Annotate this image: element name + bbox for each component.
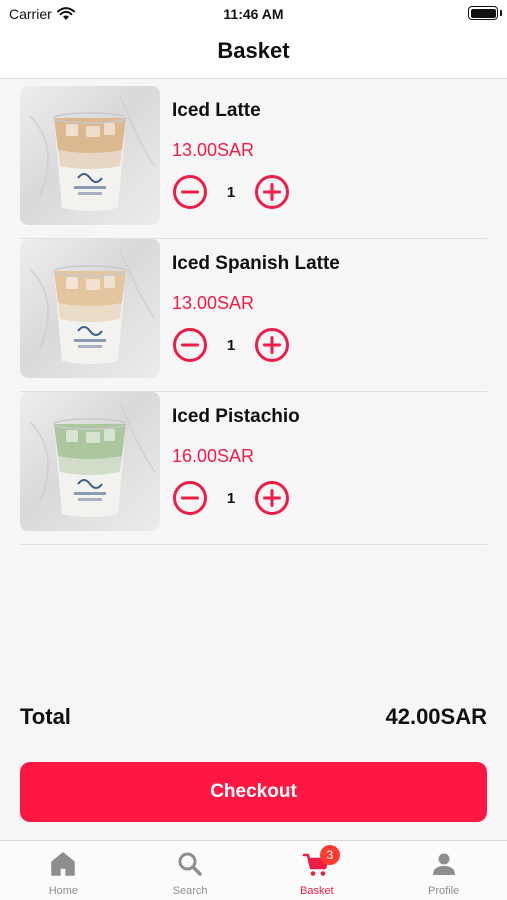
- basket-item: Iced Latte 13.00SAR 1: [20, 86, 487, 239]
- quantity-value: 1: [226, 336, 236, 354]
- quantity-stepper: 1: [172, 327, 290, 363]
- increase-quantity-button[interactable]: [254, 174, 290, 210]
- plus-circle-icon: [255, 175, 289, 209]
- person-icon: [432, 853, 455, 875]
- increase-quantity-button[interactable]: [254, 480, 290, 516]
- quantity-stepper: 1: [172, 174, 290, 210]
- checkout-button[interactable]: Checkout: [20, 762, 487, 822]
- basket-item-list: Iced Latte 13.00SAR 1 Iced Spanish Latte…: [20, 86, 487, 545]
- product-price: 13.00SAR: [172, 293, 255, 313]
- minus-circle-icon: [173, 175, 207, 209]
- product-image: [20, 392, 160, 531]
- product-name: Iced Latte: [172, 100, 261, 121]
- status-time: 11:46 AM: [223, 6, 284, 22]
- tab-basket[interactable]: 3 Basket: [254, 841, 381, 900]
- tab-home[interactable]: Home: [0, 841, 127, 900]
- page-title: Basket: [217, 38, 290, 63]
- minus-circle-icon: [173, 328, 207, 362]
- decrease-quantity-button[interactable]: [172, 174, 208, 210]
- plus-circle-icon: [255, 481, 289, 515]
- product-image: [20, 86, 160, 225]
- decrease-quantity-button[interactable]: [172, 327, 208, 363]
- total-label: Total: [20, 704, 71, 729]
- product-name: Iced Pistachio: [172, 406, 300, 427]
- tab-label: Home: [48, 885, 79, 897]
- product-name: Iced Spanish Latte: [172, 253, 340, 274]
- battery-cap: [500, 10, 502, 16]
- total-value: 42.00SAR: [385, 704, 487, 729]
- tab-profile[interactable]: Profile: [380, 841, 507, 900]
- quantity-value: 1: [226, 489, 236, 507]
- battery-icon: [468, 6, 498, 20]
- tab-label: Basket: [300, 885, 334, 897]
- total-row: Total 42.00SAR: [20, 704, 487, 736]
- product-image: [20, 239, 160, 378]
- minus-circle-icon: [173, 481, 207, 515]
- decrease-quantity-button[interactable]: [172, 480, 208, 516]
- status-bar: Carrier 11:46 AM: [0, 0, 507, 30]
- increase-quantity-button[interactable]: [254, 327, 290, 363]
- quantity-value: 1: [226, 183, 236, 201]
- tab-label: Search: [172, 885, 208, 897]
- drink-cup-illustration: [29, 248, 156, 364]
- tab-bar: Home Search 3 Basket Profile: [0, 840, 507, 900]
- cart-count-badge: 3: [319, 845, 340, 865]
- tab-label: Profile: [428, 885, 460, 897]
- home-icon: [51, 852, 76, 876]
- quantity-stepper: 1: [172, 480, 290, 516]
- tab-search[interactable]: Search: [127, 841, 254, 900]
- plus-circle-icon: [255, 328, 289, 362]
- basket-item: Iced Pistachio 16.00SAR 1: [20, 392, 487, 545]
- navigation-bar: Basket: [0, 30, 507, 79]
- basket-item: Iced Spanish Latte 13.00SAR 1: [20, 239, 487, 392]
- product-price: 16.00SAR: [172, 446, 255, 466]
- drink-cup-illustration: [29, 401, 156, 517]
- product-price: 13.00SAR: [172, 140, 255, 160]
- search-icon: [178, 852, 202, 876]
- drink-cup-illustration: [29, 95, 156, 211]
